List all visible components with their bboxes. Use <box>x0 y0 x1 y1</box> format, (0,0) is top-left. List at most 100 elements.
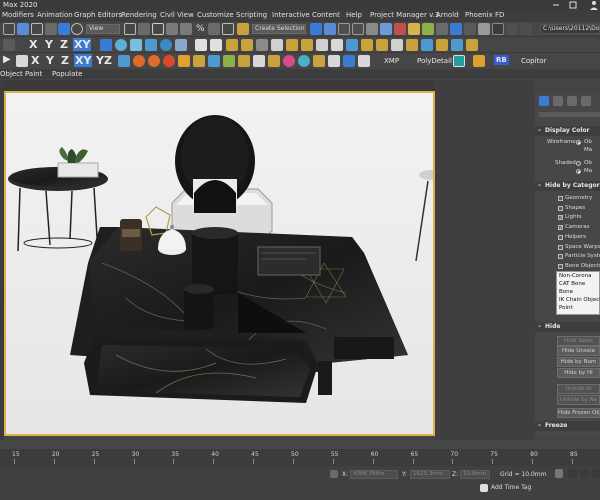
uvw-map-icon[interactable] <box>421 39 433 51</box>
wireframe-object-radio[interactable] <box>576 140 581 145</box>
layer-explorer-icon[interactable] <box>352 23 364 35</box>
render-setup-icon[interactable] <box>422 23 434 35</box>
render-cloud-icon[interactable] <box>492 23 504 35</box>
category-filter-list[interactable]: Non-Corona CAT Bone Bone IK Chain Object Poi… <box>556 271 600 315</box>
add-time-tag-icon[interactable] <box>480 484 488 492</box>
category-checkbox[interactable] <box>558 196 563 201</box>
render-online-icon[interactable] <box>478 23 490 35</box>
rb-button[interactable]: RB <box>494 55 509 65</box>
hide-button[interactable]: Unhide by Na <box>557 395 600 405</box>
open-folder-icon[interactable] <box>506 23 518 35</box>
axis-xy-button[interactable]: XY <box>73 38 92 51</box>
plane-icon[interactable] <box>175 39 187 51</box>
extrude-icon[interactable] <box>376 39 388 51</box>
create-tab-icon[interactable] <box>539 96 549 106</box>
keyboard-shortcut-icon[interactable] <box>152 23 164 35</box>
category-checkbox[interactable]: ✓ <box>558 215 563 221</box>
shell-icon[interactable] <box>346 39 358 51</box>
torus-icon[interactable] <box>145 39 157 51</box>
menu-interactive[interactable]: Interactive <box>272 11 310 19</box>
pivot-icon[interactable] <box>124 23 136 35</box>
omni-icon[interactable] <box>241 39 253 51</box>
line-icon[interactable] <box>195 39 207 51</box>
filter-list-item[interactable]: CAT Bone <box>559 281 585 287</box>
scatter-icon[interactable] <box>223 55 235 67</box>
chair-icon[interactable] <box>253 55 265 67</box>
section-freeze[interactable]: Freeze <box>535 421 600 431</box>
sphere-icon-2[interactable] <box>298 55 310 67</box>
perspective-viewport[interactable]: [+] <box>4 91 435 436</box>
twist-icon[interactable] <box>301 39 313 51</box>
menu-graph-editors[interactable]: Graph Editors <box>74 11 122 19</box>
selection-set-dropdown[interactable]: Create Selection Se <box>252 24 306 34</box>
lamp-icon[interactable] <box>193 55 205 67</box>
corona-sun-icon[interactable] <box>133 55 145 67</box>
teapot-outline-icon[interactable] <box>316 39 328 51</box>
cup-icon[interactable] <box>238 55 250 67</box>
corona-light-icon[interactable] <box>118 55 130 67</box>
mirror-icon[interactable] <box>310 23 322 35</box>
paint-icon[interactable] <box>358 55 370 67</box>
section-hide[interactable]: Hide <box>535 322 600 332</box>
hide-button[interactable]: Hide Selec <box>557 336 600 346</box>
sphere-icon[interactable] <box>115 39 127 51</box>
angle-snap-icon[interactable] <box>180 23 192 35</box>
percent-snap-icon[interactable]: % <box>196 24 205 34</box>
axis-y-button[interactable]: Y <box>45 38 53 51</box>
z-coord-field[interactable]: 10.0mm <box>460 470 490 479</box>
axis-xy-button-2[interactable]: XY <box>74 54 93 67</box>
shield-icon[interactable] <box>343 55 355 67</box>
edit-poly-icon[interactable] <box>451 39 463 51</box>
menu-arnold[interactable]: Arnold <box>436 11 459 19</box>
cloth-icon[interactable] <box>208 55 220 67</box>
text-shape-icon[interactable] <box>210 39 222 51</box>
hammer-icon[interactable] <box>473 55 485 67</box>
move-icon[interactable] <box>58 23 70 35</box>
bucket-icon[interactable] <box>328 55 340 67</box>
fire-icon[interactable] <box>148 55 160 67</box>
menu-customize[interactable]: Customize <box>197 11 234 19</box>
teapot-icon[interactable] <box>160 39 172 51</box>
material-ball-icon[interactable] <box>283 55 295 67</box>
timeline-track[interactable]: 15 20 25 30 35 40 45 50 55 60 65 70 75 80 85 <box>0 440 600 466</box>
hide-button[interactable]: Hide by Nam <box>557 357 600 367</box>
grid-icon[interactable] <box>16 55 28 67</box>
fire-icon-2[interactable] <box>163 55 175 67</box>
shaded-material-radio[interactable] <box>576 169 581 174</box>
hide-button[interactable]: Hide Frozen Obj <box>557 408 600 418</box>
axis-y-button-2[interactable]: Y <box>46 54 54 67</box>
material-editor-icon[interactable] <box>408 23 420 35</box>
edit-named-selection-icon[interactable] <box>222 23 234 35</box>
select-object-icon[interactable] <box>17 23 29 35</box>
render-production-icon[interactable] <box>450 23 462 35</box>
menu-phoenix-fd[interactable]: Phoenix FD <box>465 11 504 19</box>
tab-populate[interactable]: Populate <box>52 70 82 78</box>
menu-help[interactable]: Help <box>346 11 362 19</box>
window-crossing-icon[interactable] <box>45 23 57 35</box>
y-coord-field[interactable]: 1623.3mm <box>410 470 450 479</box>
rendered-frame-icon[interactable] <box>436 23 448 35</box>
project-folder-icon[interactable] <box>520 23 532 35</box>
filter-list-item[interactable]: Point <box>559 305 573 311</box>
motion-tab-icon[interactable] <box>581 96 591 106</box>
sofa-icon[interactable] <box>268 55 280 67</box>
category-checkbox[interactable] <box>558 263 563 269</box>
select-filter-icon[interactable] <box>3 23 15 35</box>
axis-x-button-2[interactable]: X <box>31 54 39 67</box>
hierarchy-tab-icon[interactable] <box>567 96 577 106</box>
render-iterative-icon[interactable] <box>464 23 476 35</box>
previous-frame-icon[interactable] <box>580 469 589 478</box>
fire-icon-3[interactable] <box>178 55 190 67</box>
box-icon[interactable] <box>100 39 112 51</box>
hide-button[interactable]: Hide Unsele <box>557 346 600 356</box>
sweep-icon[interactable] <box>406 39 418 51</box>
unwrap-icon[interactable] <box>436 39 448 51</box>
hand-icon[interactable] <box>3 39 15 51</box>
category-checkbox[interactable]: ✓ <box>558 225 563 231</box>
symmetry-icon[interactable] <box>331 39 343 51</box>
section-hide-by-category[interactable]: Hide by Category <box>535 181 600 191</box>
axis-z-button[interactable]: Z <box>60 38 68 51</box>
spinner-snap-icon[interactable] <box>208 23 220 35</box>
play-icon[interactable]: ▶ <box>3 54 11 65</box>
axis-z-button-2[interactable]: Z <box>61 54 69 67</box>
